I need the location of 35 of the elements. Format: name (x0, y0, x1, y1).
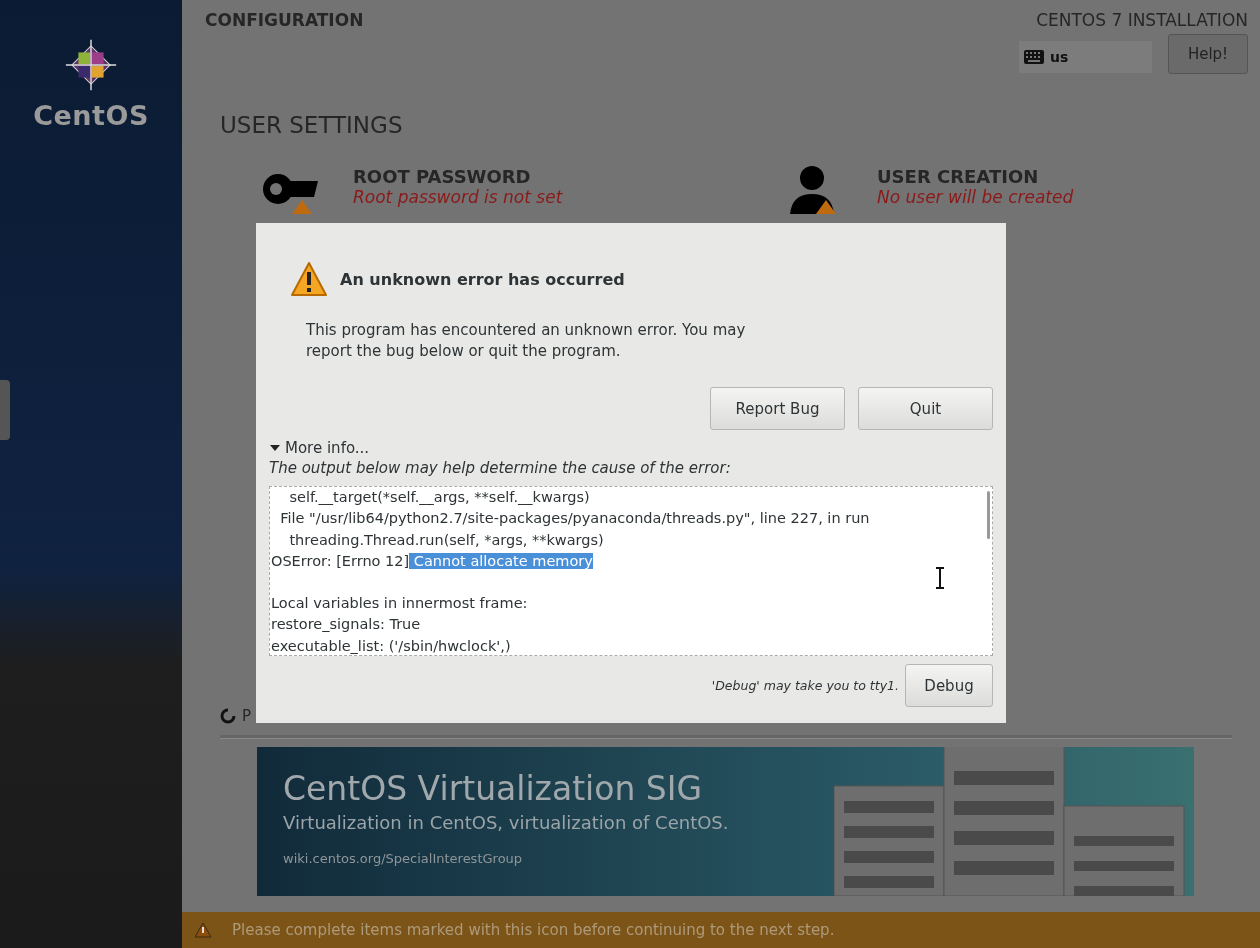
log-line: executable_list: ('/sbin/hwclock',) (271, 636, 511, 655)
spoke-status: Root password is not set (353, 187, 563, 207)
sidebar-handle[interactable] (0, 380, 10, 440)
more-info-expander[interactable]: More info... (269, 439, 993, 457)
log-line: restore_signals: True (271, 615, 421, 635)
keyboard-layout-label: us (1050, 49, 1069, 65)
progress-text: P (242, 707, 252, 725)
text-cursor-icon (935, 567, 945, 589)
logo-text: CentOS (33, 100, 149, 131)
dialog-title: An unknown error has occurred (340, 269, 625, 289)
log-line: OSError: [Errno 12] Cannot allocate memory (271, 551, 593, 571)
banner-subtitle: Virtualization in CentOS, virtualization of CentOS. (283, 812, 729, 833)
log-line: threading.Thread.run(self, *args, **kwargs) (288, 530, 604, 550)
spoke-status: No user will be created (877, 187, 1074, 207)
debug-hint: 'Debug' may take you to tty1. (711, 678, 899, 693)
status-message: Please complete items marked with this icon before continuing to the next step. (232, 921, 835, 939)
page-title: CONFIGURATION (205, 10, 364, 32)
traceback-output[interactable] (269, 486, 993, 656)
product-title: CENTOS 7 INSTALLATION (1036, 10, 1248, 30)
section-title: USER SETTINGS (220, 112, 404, 138)
log-line: Local variables in innermost frame: (271, 594, 528, 614)
dialog-message: This program has encountered an unknown error. You may report the bug below or quit the program. (306, 320, 746, 362)
keyboard-icon (1024, 50, 1044, 64)
log-line: self.__target(*self.__args, **self.__kwargs) (288, 488, 590, 507)
warning-icon (194, 922, 212, 938)
dialog-button[interactable]: Quit (858, 387, 993, 430)
output-hint: The output below may help determine the cause of the error: (269, 459, 732, 477)
log-line: File "/usr/lib64/python2.7/site-packages/pyanaconda/threads.py", line 227, in run (279, 509, 870, 529)
scrollbar-thumb[interactable] (987, 491, 990, 539)
spinner-icon (220, 708, 236, 724)
warning-icon (290, 261, 328, 297)
debug-button[interactable]: Debug (905, 664, 993, 707)
keyboard-layout-field[interactable]: us (1019, 41, 1152, 73)
dialog-button[interactable]: Report Bug (710, 387, 845, 430)
banner-title: CentOS Virtualization SIG (283, 769, 704, 808)
